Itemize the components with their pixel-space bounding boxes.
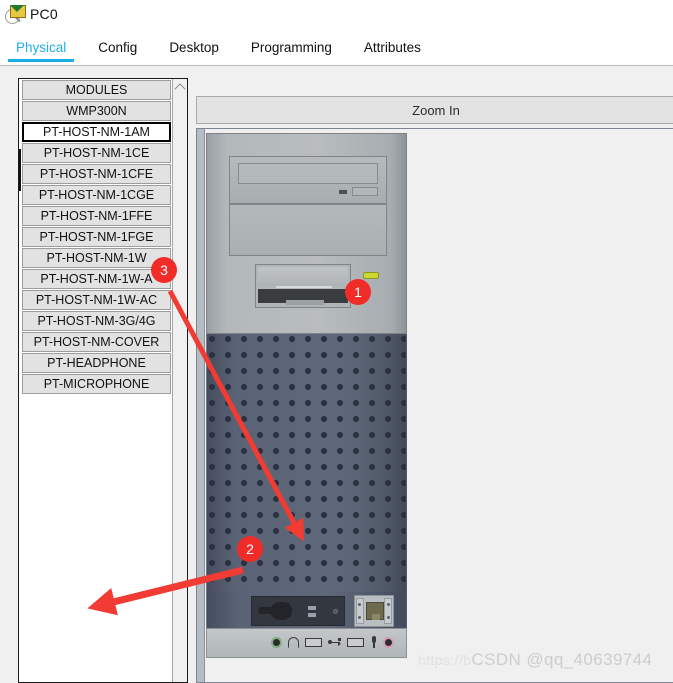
module-item-pt-host-nm-1am[interactable]: PT-HOST-NM-1AM xyxy=(22,122,171,142)
window-title: PC0 xyxy=(30,6,58,22)
power-led-icon xyxy=(363,272,379,279)
blank-drive-bay xyxy=(229,204,387,256)
modules-panel: MODULES WMP300N PT-HOST-NM-1AM PT-HOST-N… xyxy=(18,78,188,683)
optical-drive-bay[interactable] xyxy=(229,156,387,204)
window-titlebar: PC0 xyxy=(0,0,673,28)
rj45-port-icon xyxy=(366,602,384,620)
tab-programming[interactable]: Programming xyxy=(235,29,348,65)
module-item-pt-host-nm-1cfe[interactable]: PT-HOST-NM-1CFE xyxy=(22,164,171,184)
module-item-pt-host-nm-1cge[interactable]: PT-HOST-NM-1CGE xyxy=(22,185,171,205)
optical-drive-eject-button[interactable] xyxy=(352,187,378,196)
module-item-pt-host-nm-1ffe[interactable]: PT-HOST-NM-1FFE xyxy=(22,206,171,226)
modules-scrollbar[interactable] xyxy=(172,79,187,682)
mic-in-jack-icon xyxy=(383,636,394,648)
module-item-wmp300n[interactable]: WMP300N xyxy=(22,101,171,121)
tab-bar: Physical Config Desktop Programming Attr… xyxy=(0,28,673,66)
module-item-pt-host-nm-1fge[interactable]: PT-HOST-NM-1FGE xyxy=(22,227,171,247)
usb-port-2-icon xyxy=(347,637,364,647)
rear-io-module-slot[interactable] xyxy=(251,596,345,626)
viewer-left-rail xyxy=(197,129,205,682)
modules-list-header: MODULES xyxy=(22,80,171,100)
audio-out-jack-icon xyxy=(271,636,282,648)
annotation-badge-1: 1 xyxy=(345,279,371,305)
optical-drive-led-icon xyxy=(339,190,347,194)
annotation-badge-2: 2 xyxy=(237,536,263,562)
packet-tracer-device-window: PC0 Physical Config Desktop Programming … xyxy=(0,0,673,683)
usb-symbol-icon xyxy=(328,638,341,647)
tower-front-panel-ports xyxy=(206,628,407,658)
microphone-icon xyxy=(370,636,377,648)
modules-scroll-thumb[interactable] xyxy=(19,149,21,191)
floppy-drive-bay[interactable] xyxy=(255,264,351,308)
watermark: https://bCSDN @qq_40639744 xyxy=(418,650,652,670)
optical-drive-slot xyxy=(238,163,378,184)
module-item-pt-host-nm-1w-ac[interactable]: PT-HOST-NM-1W-AC xyxy=(22,290,171,310)
tower-upper-bezel xyxy=(206,133,407,334)
pc-tower-graphic[interactable] xyxy=(206,133,407,658)
watermark-text: CSDN @qq_40639744 xyxy=(471,650,653,669)
device-viewer xyxy=(196,128,673,683)
module-item-pt-host-nm-1ce[interactable]: PT-HOST-NM-1CE xyxy=(22,143,171,163)
module-item-pt-host-nm-cover[interactable]: PT-HOST-NM-COVER xyxy=(22,332,171,352)
ethernet-nic-module[interactable] xyxy=(354,595,394,627)
headphone-icon xyxy=(288,636,299,648)
module-item-pt-microphone[interactable]: PT-MICROPHONE xyxy=(22,374,171,394)
physical-tab-content: MODULES WMP300N PT-HOST-NM-1AM PT-HOST-N… xyxy=(0,66,673,683)
module-item-pt-host-nm-1w-a[interactable]: PT-HOST-NM-1W-A xyxy=(22,269,171,289)
tower-expansion-area xyxy=(206,592,407,628)
tab-physical[interactable]: Physical xyxy=(0,29,82,65)
usb-port-icon xyxy=(305,637,322,647)
module-item-pt-host-nm-3g-4g[interactable]: PT-HOST-NM-3G/4G xyxy=(22,311,171,331)
modules-list: MODULES WMP300N PT-HOST-NM-1AM PT-HOST-N… xyxy=(19,79,173,395)
zoom-in-button[interactable]: Zoom In xyxy=(196,96,673,124)
watermark-url: https://b xyxy=(418,652,472,668)
tab-config[interactable]: Config xyxy=(82,29,153,65)
tab-attributes[interactable]: Attributes xyxy=(348,29,437,65)
scroll-up-icon[interactable] xyxy=(173,79,187,95)
tab-desktop[interactable]: Desktop xyxy=(153,29,235,65)
module-item-pt-headphone[interactable]: PT-HEADPHONE xyxy=(22,353,171,373)
tower-ventilation-grille xyxy=(206,334,407,592)
module-item-pt-host-nm-1w[interactable]: PT-HOST-NM-1W xyxy=(22,248,171,268)
annotation-badge-3: 3 xyxy=(151,257,177,283)
magnifier-envelope-icon xyxy=(5,4,26,24)
